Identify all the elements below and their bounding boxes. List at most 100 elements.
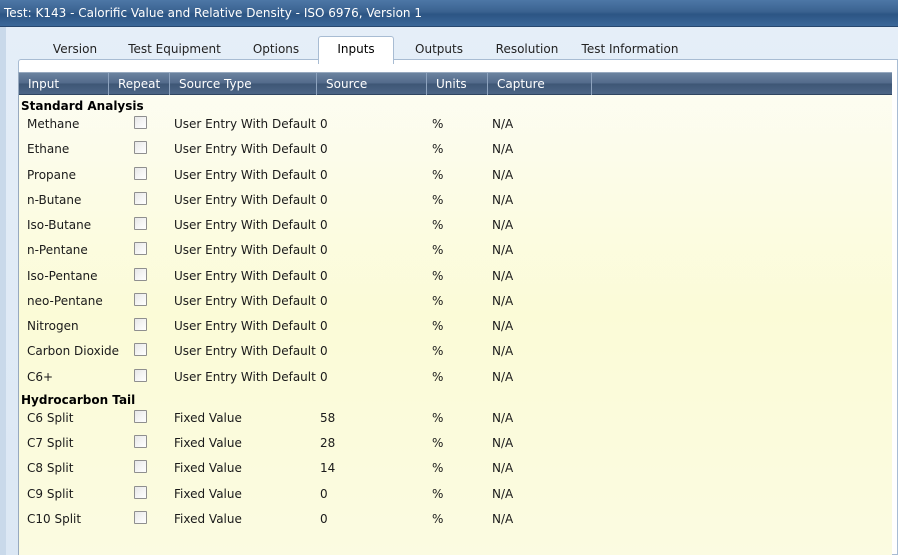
source-value: 0 xyxy=(320,218,328,232)
table-row[interactable]: n-Butane User Entry With Default 0% N/A xyxy=(19,188,892,213)
table-row[interactable]: C6+ User Entry With Default 0% N/A xyxy=(19,365,892,390)
input-name: Carbon Dioxide xyxy=(27,344,120,359)
table-row[interactable]: Carbon Dioxide User Entry With Default 0% N… xyxy=(19,339,892,364)
table-row[interactable]: neo-Pentane User Entry With Default 0% N/A xyxy=(19,289,892,314)
input-name: Iso-Pentane xyxy=(27,268,98,283)
table-row[interactable]: Methane User Entry With Default 0% N/A xyxy=(19,112,892,137)
source-type: User Entry With Default xyxy=(174,293,316,308)
column-header-source-type[interactable]: Source Type xyxy=(170,73,317,95)
repeat-checkbox[interactable] xyxy=(134,242,147,256)
units: % xyxy=(432,243,444,258)
source-value: 28 xyxy=(320,436,336,450)
capture: N/A xyxy=(492,369,514,384)
table-row[interactable]: n-Pentane User Entry With Default 0% N/A xyxy=(19,238,892,263)
source-type: User Entry With Default xyxy=(174,369,316,384)
capture: N/A xyxy=(492,218,514,232)
tab-inputs[interactable]: Inputs xyxy=(318,36,394,64)
table-row[interactable]: Iso-Pentane User Entry With Default 0% N/A xyxy=(19,264,892,289)
column-header-capture[interactable]: Capture xyxy=(488,73,592,95)
units: % xyxy=(432,293,444,308)
source-type: User Entry With Default xyxy=(174,167,316,182)
source-value: 0 xyxy=(320,369,328,384)
capture: N/A xyxy=(492,344,514,359)
repeat-checkbox[interactable] xyxy=(134,267,147,281)
source-value: 0 xyxy=(320,319,328,333)
source-type: User Entry With Default xyxy=(174,192,316,207)
source-type: Fixed Value xyxy=(174,461,242,476)
capture: N/A xyxy=(492,243,514,258)
units: % xyxy=(432,461,444,476)
capture: N/A xyxy=(492,319,514,333)
repeat-checkbox[interactable] xyxy=(134,217,147,230)
repeat-checkbox[interactable] xyxy=(134,166,147,180)
input-name: Methane xyxy=(27,117,80,131)
units: % xyxy=(432,117,444,131)
tab-outputs[interactable]: Outputs xyxy=(400,37,478,63)
capture: N/A xyxy=(492,167,514,182)
units: % xyxy=(432,218,444,232)
units: % xyxy=(432,319,444,333)
column-header-units[interactable]: Units xyxy=(427,73,488,95)
repeat-checkbox[interactable] xyxy=(134,485,147,499)
source-value: 0 xyxy=(320,293,328,308)
inputs-grid: Input Repeat Source Type Source Units Ca… xyxy=(18,72,892,555)
table-row[interactable]: C10 Split Fixed Value 0% N/A xyxy=(19,507,892,532)
units: % xyxy=(432,486,444,501)
input-name: C6+ xyxy=(27,369,54,384)
source-value: 0 xyxy=(320,243,328,258)
source-value: 0 xyxy=(320,268,328,283)
tab-options[interactable]: Options xyxy=(236,37,316,63)
source-value: 0 xyxy=(320,344,328,359)
table-row[interactable]: Ethane User Entry With Default 0% N/A xyxy=(19,137,892,162)
units: % xyxy=(432,511,444,526)
window-title: Test: K143 - Calorific Value and Relativ… xyxy=(0,0,898,27)
capture: N/A xyxy=(492,410,514,425)
repeat-checkbox[interactable] xyxy=(134,409,147,423)
source-type: Fixed Value xyxy=(174,410,242,425)
capture: N/A xyxy=(492,142,514,157)
units: % xyxy=(432,268,444,283)
column-header-source[interactable]: Source xyxy=(317,73,427,95)
source-value: 0 xyxy=(320,486,328,501)
source-value: 0 xyxy=(320,192,328,207)
tab-test-information[interactable]: Test Information xyxy=(578,37,682,63)
repeat-checkbox[interactable] xyxy=(134,460,147,474)
input-name: n-Butane xyxy=(27,192,82,207)
repeat-checkbox[interactable] xyxy=(134,343,147,357)
table-row[interactable]: Nitrogen User Entry With Default 0% N/A xyxy=(19,314,892,339)
input-name: C8 Split xyxy=(27,461,74,476)
source-value: 0 xyxy=(320,167,328,182)
repeat-checkbox[interactable] xyxy=(134,510,147,524)
tab-version[interactable]: Version xyxy=(36,37,114,63)
table-row[interactable]: C7 Split Fixed Value 28% N/A xyxy=(19,431,892,456)
table-row[interactable]: C9 Split Fixed Value 0% N/A xyxy=(19,482,892,507)
table-row[interactable]: Iso-Butane User Entry With Default 0% N/A xyxy=(19,213,892,238)
repeat-checkbox[interactable] xyxy=(134,292,147,306)
capture: N/A xyxy=(492,293,514,308)
units: % xyxy=(432,192,444,207)
repeat-checkbox[interactable] xyxy=(134,318,147,331)
units: % xyxy=(432,436,444,450)
group-header: Standard Analysis xyxy=(21,99,144,113)
source-type: Fixed Value xyxy=(174,486,242,501)
capture: N/A xyxy=(492,461,514,476)
repeat-checkbox[interactable] xyxy=(134,435,147,448)
input-name: C10 Split xyxy=(27,511,82,526)
source-type: User Entry With Default xyxy=(174,218,316,232)
column-header-input[interactable]: Input xyxy=(19,73,109,95)
input-name: C9 Split xyxy=(27,486,74,501)
units: % xyxy=(432,344,444,359)
column-header-repeat[interactable]: Repeat xyxy=(109,73,170,95)
capture: N/A xyxy=(492,511,514,526)
table-row[interactable]: C6 Split Fixed Value 58% N/A xyxy=(19,406,892,431)
table-row[interactable]: C8 Split Fixed Value 14% N/A xyxy=(19,456,892,481)
tab-test-equipment[interactable]: Test Equipment xyxy=(118,37,231,63)
tab-resolution[interactable]: Resolution xyxy=(483,37,571,63)
repeat-checkbox[interactable] xyxy=(134,116,147,129)
input-name: Nitrogen xyxy=(27,319,79,333)
table-row[interactable]: Propane User Entry With Default 0% N/A xyxy=(19,163,892,188)
repeat-checkbox[interactable] xyxy=(134,191,147,205)
repeat-checkbox[interactable] xyxy=(134,368,147,382)
units: % xyxy=(432,410,444,425)
repeat-checkbox[interactable] xyxy=(134,141,147,155)
